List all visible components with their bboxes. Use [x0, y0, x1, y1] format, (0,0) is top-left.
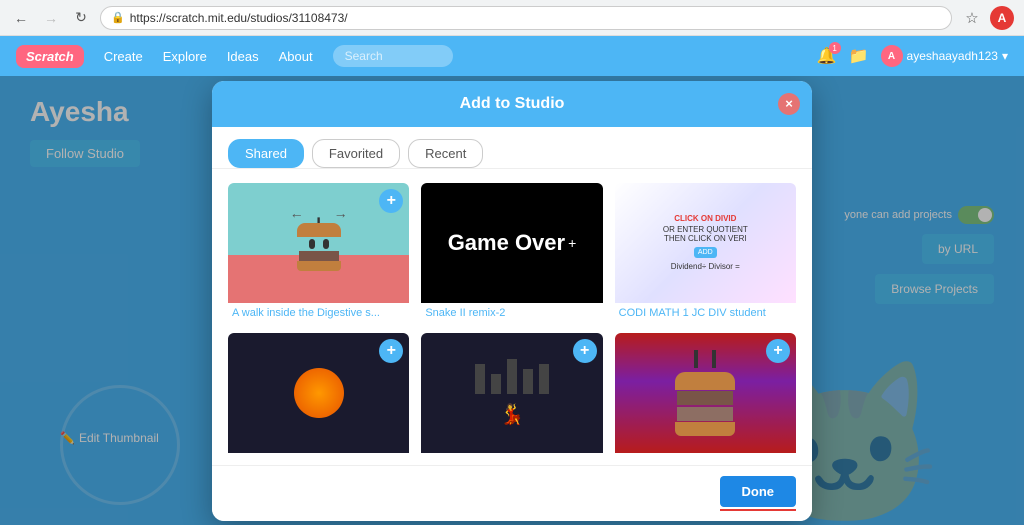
add-to-studio-modal: Add to Studio × Shared Favorited Recent …: [212, 81, 812, 521]
messages-button[interactable]: 📁: [849, 46, 869, 66]
project-thumb-space: +: [228, 333, 409, 453]
back-button[interactable]: ←: [10, 7, 32, 29]
dropdown-arrow: ▾: [1002, 49, 1008, 63]
projects-grid-container[interactable]: ✛ ←→: [212, 169, 812, 465]
notifications-button[interactable]: 🔔 1: [817, 46, 837, 66]
modal-title: Add to Studio: [460, 95, 565, 113]
project-name-burger2: [615, 453, 796, 465]
burger-bottom: [297, 261, 341, 271]
project-card-digestive[interactable]: ✛ ←→: [228, 183, 409, 321]
add-project-space-button[interactable]: +: [379, 339, 403, 363]
nav-create[interactable]: Create: [104, 49, 143, 64]
nav-username-text: ayeshaayadh123: [907, 49, 998, 63]
project-thumb-codi: CLICK ON DIVID OR ENTER QUOTIENT THEN CL…: [615, 183, 796, 303]
burger-top: [297, 223, 341, 237]
burger-eye-right: [323, 239, 329, 249]
browser-actions: ☆ A: [960, 6, 1014, 30]
forward-button[interactable]: →: [40, 7, 62, 29]
nav-search-input[interactable]: [333, 45, 453, 67]
notification-badge: 1: [829, 42, 841, 54]
project-name-gameover: Snake II remix-2: [421, 303, 602, 321]
project-thumb-burger2: +: [615, 333, 796, 453]
address-bar[interactable]: 🔒 https://scratch.mit.edu/studios/311084…: [100, 6, 952, 30]
project-thumb-gameover: Game Over +: [421, 183, 602, 303]
add-project-digestive-button[interactable]: +: [379, 189, 403, 213]
bookmark-button[interactable]: ☆: [960, 6, 984, 30]
add-project-burger2-button[interactable]: +: [766, 339, 790, 363]
lock-icon: 🔒: [111, 11, 125, 24]
projects-grid: ✛ ←→: [228, 183, 796, 465]
refresh-button[interactable]: ↻: [70, 7, 92, 29]
user-avatar: A: [990, 6, 1014, 30]
profile-button[interactable]: A: [990, 6, 1014, 30]
nav-avatar: A: [881, 45, 903, 67]
done-btn-underline: [720, 509, 797, 511]
project-card-burger2[interactable]: +: [615, 333, 796, 465]
project-card-gameover[interactable]: Game Over + Snake II remix-2: [421, 183, 602, 321]
project-card-space[interactable]: +: [228, 333, 409, 465]
username-menu[interactable]: A ayeshaayadh123 ▾: [881, 45, 1008, 67]
sun: [294, 368, 344, 418]
done-button[interactable]: Done: [720, 476, 797, 507]
add-project-dance-button[interactable]: +: [573, 339, 597, 363]
game-over-text: Game Over: [448, 230, 565, 256]
project-thumb-digestive: ✛ ←→: [228, 183, 409, 303]
tab-favorited[interactable]: Favorited: [312, 139, 400, 168]
nav-about[interactable]: About: [279, 49, 313, 64]
modal-close-button[interactable]: ×: [778, 93, 800, 115]
scratch-navbar: Scratch Create Explore Ideas About 🔔 1 📁…: [0, 36, 1024, 76]
burger-patty: [299, 251, 339, 261]
plus-icon: +: [568, 235, 576, 251]
browser-chrome: ← → ↻ 🔒 https://scratch.mit.edu/studios/…: [0, 0, 1024, 36]
nav-right: 🔔 1 📁 A ayeshaayadh123 ▾: [817, 45, 1008, 67]
url-text: https://scratch.mit.edu/studios/31108473…: [130, 11, 348, 25]
tab-recent[interactable]: Recent: [408, 139, 483, 168]
project-name-dance: [421, 453, 602, 465]
project-card-dance[interactable]: 💃 +: [421, 333, 602, 465]
done-btn-wrapper: Done: [720, 476, 797, 511]
project-name-codi: CODI MATH 1 JC DIV student: [615, 303, 796, 321]
dancer-figure: 💃: [500, 402, 525, 427]
nav-ideas[interactable]: Ideas: [227, 49, 259, 64]
project-name-space: [228, 453, 409, 465]
scratch-logo[interactable]: Scratch: [16, 45, 84, 68]
modal-overlay: Add to Studio × Shared Favorited Recent …: [0, 76, 1024, 525]
tab-shared[interactable]: Shared: [228, 139, 304, 168]
project-thumb-dance: 💃 +: [421, 333, 602, 453]
modal-header: Add to Studio ×: [212, 81, 812, 127]
project-name-digestive: A walk inside the Digestive s...: [228, 303, 409, 321]
modal-footer: Done: [212, 465, 812, 521]
modal-tabs: Shared Favorited Recent: [212, 127, 812, 169]
nav-explore[interactable]: Explore: [163, 49, 207, 64]
burger-eye-left: [309, 239, 315, 249]
project-card-codi[interactable]: CLICK ON DIVID OR ENTER QUOTIENT THEN CL…: [615, 183, 796, 321]
